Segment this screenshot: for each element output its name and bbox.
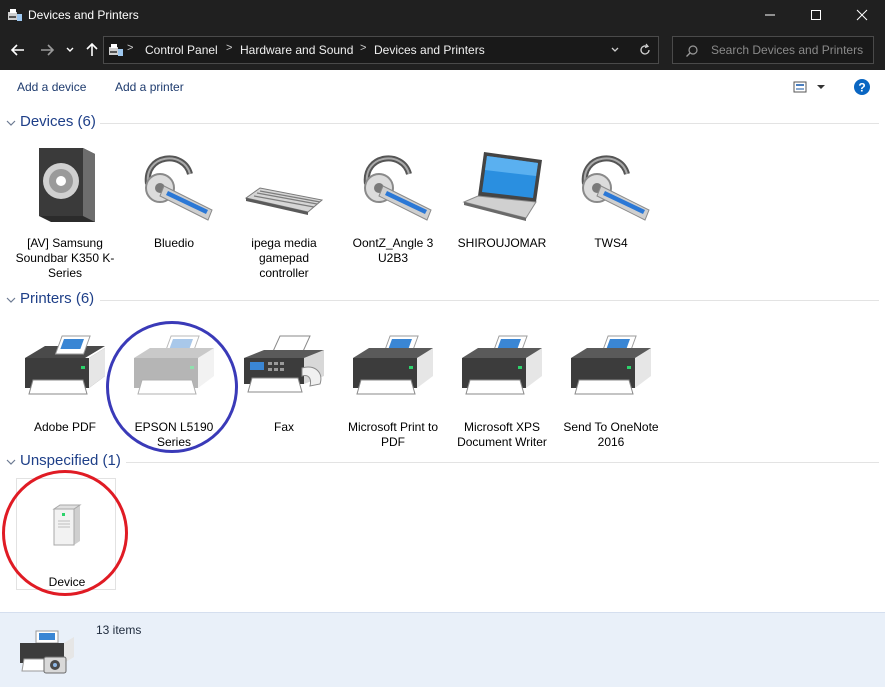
device-label: SHIROUJOMAR — [457, 236, 547, 250]
device-item[interactable]: OontZ_Angle 3 U2B3 — [343, 144, 443, 284]
navigation-bar: > Control Panel > Hardware and Sound > D… — [0, 30, 885, 70]
device-label: TWS4 — [594, 236, 628, 250]
printer-label: Microsoft Print to PDF — [347, 420, 439, 449]
keyboard-icon — [244, 187, 324, 215]
device-item[interactable]: SHIROUJOMAR — [452, 144, 552, 284]
breadcrumb-separator: > — [360, 42, 367, 54]
details-pane: 13 items — [0, 612, 885, 687]
fax-item[interactable]: Fax — [234, 328, 334, 448]
title-bar: Devices and Printers — [0, 0, 885, 30]
printer-item[interactable]: Send To OneNote 2016 — [561, 328, 661, 449]
command-bar: Add a device Add a printer ? — [0, 70, 885, 104]
recent-locations-button[interactable] — [62, 40, 78, 60]
printer-label: Microsoft XPS Document Writer — [457, 420, 547, 449]
laptop-icon — [462, 152, 542, 221]
generic-device-icon — [52, 504, 82, 546]
chevron-down-icon — [6, 120, 16, 126]
search-input[interactable] — [711, 42, 869, 58]
device-item[interactable]: ipega media gamepad controller — [234, 144, 334, 284]
search-box — [672, 36, 874, 64]
chevron-down-icon — [6, 297, 16, 303]
breadcrumb-separator: > — [127, 42, 134, 54]
group-divider — [126, 462, 879, 463]
breadcrumb-hardware-and-sound[interactable]: Hardware and Sound — [240, 43, 353, 57]
printer-item[interactable]: EPSON L5190 Series — [124, 328, 224, 449]
back-button[interactable] — [8, 40, 28, 60]
device-label: ipega media gamepad controller — [251, 236, 317, 280]
printer-item[interactable]: Adobe PDF — [15, 328, 115, 448]
speaker-icon — [39, 148, 95, 222]
breadcrumb-control-panel[interactable]: Control Panel — [145, 43, 218, 57]
control-panel-icon — [109, 44, 123, 56]
help-icon[interactable]: ? — [853, 78, 871, 96]
devices-printers-app-icon — [8, 9, 22, 21]
device-item[interactable]: TWS4 — [561, 144, 661, 284]
printer-icon — [134, 335, 214, 395]
forward-arrow-icon — [41, 44, 55, 56]
close-button[interactable] — [839, 0, 885, 30]
printer-item[interactable]: Microsoft Print to PDF — [343, 328, 443, 449]
fax-icon — [244, 335, 324, 393]
minimize-button[interactable] — [747, 0, 793, 30]
printer-icon — [462, 335, 542, 395]
printer-camera-icon — [20, 630, 74, 674]
headset-icon — [581, 155, 650, 221]
change-view-icon[interactable] — [793, 81, 807, 93]
group-divider — [100, 123, 879, 124]
search-icon — [686, 45, 698, 57]
group-header-printers[interactable]: Printers (6) — [0, 290, 885, 312]
add-printer-button[interactable]: Add a printer — [115, 80, 184, 94]
printer-item[interactable]: Microsoft XPS Document Writer — [452, 328, 552, 449]
minimize-icon — [765, 14, 775, 16]
headset-icon — [144, 155, 213, 221]
breadcrumb-devices-and-printers[interactable]: Devices and Printers — [374, 43, 485, 57]
up-arrow-icon — [86, 42, 98, 56]
headset-icon — [363, 155, 432, 221]
forward-button[interactable] — [37, 40, 57, 60]
item-count: 13 items — [96, 623, 142, 637]
device-label: OontZ_Angle 3 U2B3 — [352, 236, 434, 265]
add-device-button[interactable]: Add a device — [17, 80, 86, 94]
devices-view: Devices (6) [AV] Samsung Soundbar K350 K… — [0, 104, 885, 612]
device-label: Bluedio — [153, 236, 195, 250]
window-title: Devices and Printers — [28, 8, 139, 22]
address-bar[interactable]: > Control Panel > Hardware and Sound > D… — [103, 36, 659, 64]
device-label: [AV] Samsung Soundbar K350 K-Series — [15, 236, 115, 280]
printer-icon — [353, 335, 433, 395]
group-divider — [100, 300, 879, 301]
group-header-unspecified[interactable]: Unspecified (1) — [0, 452, 885, 474]
chevron-down-icon — [66, 47, 74, 52]
refresh-icon[interactable] — [638, 43, 652, 57]
address-dropdown-icon[interactable] — [610, 45, 620, 55]
printer-icon — [571, 335, 651, 395]
view-options-dropdown-icon[interactable] — [816, 84, 826, 92]
unspecified-device-item[interactable]: Device — [16, 478, 116, 590]
maximize-button[interactable] — [793, 0, 839, 30]
printer-label: Adobe PDF — [33, 420, 97, 434]
svg-text:?: ? — [858, 81, 865, 95]
device-item[interactable]: Bluedio — [124, 144, 224, 284]
chevron-down-icon — [6, 459, 16, 465]
printer-label: EPSON L5190 Series — [134, 420, 214, 449]
group-title-printers: Printers (6) — [20, 290, 95, 307]
back-arrow-icon — [10, 44, 24, 56]
printer-label: Send To OneNote 2016 — [563, 420, 659, 449]
maximize-icon — [811, 10, 821, 20]
printer-icon — [25, 335, 105, 395]
breadcrumb-separator: > — [226, 42, 233, 54]
group-header-devices[interactable]: Devices (6) — [0, 113, 885, 135]
unspecified-device-label: Device — [48, 575, 86, 589]
group-title-unspecified: Unspecified (1) — [20, 452, 121, 469]
close-icon — [856, 9, 868, 21]
printer-label: Fax — [273, 420, 294, 434]
up-button[interactable] — [82, 40, 102, 60]
group-title-devices: Devices (6) — [20, 113, 96, 130]
device-item[interactable]: [AV] Samsung Soundbar K350 K-Series — [15, 144, 115, 284]
